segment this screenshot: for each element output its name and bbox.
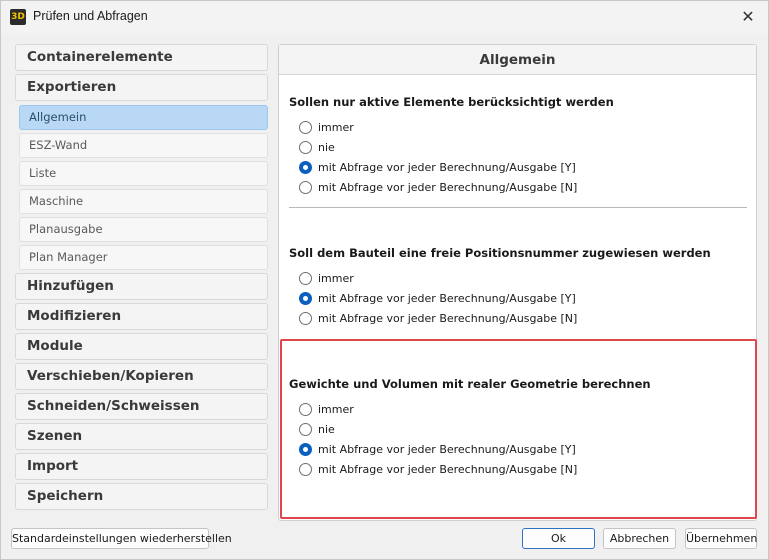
q1-option-label: immer xyxy=(318,120,354,134)
restore-defaults-button[interactable]: Standardeinstellungen wiederherstellen xyxy=(11,528,232,549)
section-divider xyxy=(289,207,747,208)
nav-subitem-plan-manager[interactable]: Plan Manager xyxy=(19,245,268,270)
nav-category-verschieben-kopieren[interactable]: Verschieben/Kopieren xyxy=(15,363,268,390)
question-real-geometry: Gewichte und Volumen mit realer Geometri… xyxy=(289,377,651,391)
q2-radio-0[interactable] xyxy=(299,271,312,285)
dialog-window: 3D Prüfen und Abfragen ✕ Containerelemen… xyxy=(0,0,769,560)
q1-radio-3[interactable] xyxy=(299,180,312,194)
nav-category-containerelemente[interactable]: Containerelemente xyxy=(15,44,268,71)
settings-panel: Allgemein Sollen nur aktive Elemente ber… xyxy=(278,44,757,521)
nav-category-speichern[interactable]: Speichern xyxy=(15,483,268,510)
q2-option-label: mit Abfrage vor jeder Berechnung/Ausgabe… xyxy=(318,311,578,325)
q3-radio-2[interactable] xyxy=(299,442,312,456)
ok-button[interactable]: Ok xyxy=(522,528,595,549)
nav-category-module[interactable]: Module xyxy=(15,333,268,360)
q1-radio-0[interactable] xyxy=(299,120,312,134)
q2-option-abfrage-y[interactable]: mit Abfrage vor jeder Berechnung/Ausgabe… xyxy=(299,290,576,306)
q1-radio-1[interactable] xyxy=(299,140,312,154)
q2-radio-1[interactable] xyxy=(299,291,312,305)
nav-subitem-liste[interactable]: Liste xyxy=(19,161,268,186)
window-title: Prüfen und Abfragen xyxy=(33,9,148,23)
q3-option-label: mit Abfrage vor jeder Berechnung/Ausgabe… xyxy=(318,442,576,456)
nav-subitem-maschine[interactable]: Maschine xyxy=(19,189,268,214)
q3-option-abfrage-n[interactable]: mit Abfrage vor jeder Berechnung/Ausgabe… xyxy=(299,461,577,477)
q1-option-label: nie xyxy=(318,140,335,154)
nav-category-import[interactable]: Import xyxy=(15,453,268,480)
panel-title: Allgemein xyxy=(279,45,756,75)
q1-radio-2[interactable] xyxy=(299,160,312,174)
nav-subitem-esz-wand[interactable]: ESZ-Wand xyxy=(19,133,268,158)
apply-button[interactable]: Übernehmen xyxy=(685,528,757,549)
q2-option-abfrage-n[interactable]: mit Abfrage vor jeder Berechnung/Ausgabe… xyxy=(299,310,577,326)
question-position-number: Soll dem Bauteil eine freie Positionsnum… xyxy=(289,246,711,260)
q1-option-nie[interactable]: nie xyxy=(299,139,335,155)
q2-option-label: mit Abfrage vor jeder Berechnung/Ausgabe… xyxy=(318,291,576,305)
q1-option-immer[interactable]: immer xyxy=(299,119,354,135)
q3-radio-3[interactable] xyxy=(299,462,312,476)
q3-option-label: nie xyxy=(318,422,335,436)
q3-option-label: immer xyxy=(318,402,354,416)
nav-subitem-allgemein[interactable]: Allgemein xyxy=(19,105,268,130)
q2-radio-2[interactable] xyxy=(299,311,312,325)
nav-category-modifizieren[interactable]: Modifizieren xyxy=(15,303,268,330)
close-icon[interactable]: ✕ xyxy=(738,7,758,27)
q2-option-label: immer xyxy=(318,271,354,285)
question-active-elements: Sollen nur aktive Elemente berücksichtig… xyxy=(289,95,614,109)
title-bar: 3D Prüfen und Abfragen ✕ xyxy=(1,1,768,33)
q1-option-label: mit Abfrage vor jeder Berechnung/Ausgabe… xyxy=(318,160,576,174)
q1-option-abfrage-y[interactable]: mit Abfrage vor jeder Berechnung/Ausgabe… xyxy=(299,159,576,175)
nav-category-szenen[interactable]: Szenen xyxy=(15,423,268,450)
cancel-button[interactable]: Abbrechen xyxy=(603,528,676,549)
nav-category-schneiden-schweissen[interactable]: Schneiden/Schweissen xyxy=(15,393,268,420)
q3-option-immer[interactable]: immer xyxy=(299,401,354,417)
q3-option-label: mit Abfrage vor jeder Berechnung/Ausgabe… xyxy=(318,462,578,476)
q3-option-abfrage-y[interactable]: mit Abfrage vor jeder Berechnung/Ausgabe… xyxy=(299,441,576,457)
q3-radio-1[interactable] xyxy=(299,422,312,436)
nav-category-hinzufuegen[interactable]: Hinzufügen xyxy=(15,273,268,300)
q1-option-abfrage-n[interactable]: mit Abfrage vor jeder Berechnung/Ausgabe… xyxy=(299,179,577,195)
app-logo-icon: 3D xyxy=(10,9,26,25)
q3-option-nie[interactable]: nie xyxy=(299,421,335,437)
nav-category-exportieren[interactable]: Exportieren xyxy=(15,74,268,101)
q2-option-immer[interactable]: immer xyxy=(299,270,354,286)
q1-option-label: mit Abfrage vor jeder Berechnung/Ausgabe… xyxy=(318,180,578,194)
nav-subitem-planausgabe[interactable]: Planausgabe xyxy=(19,217,268,242)
q3-radio-0[interactable] xyxy=(299,402,312,416)
